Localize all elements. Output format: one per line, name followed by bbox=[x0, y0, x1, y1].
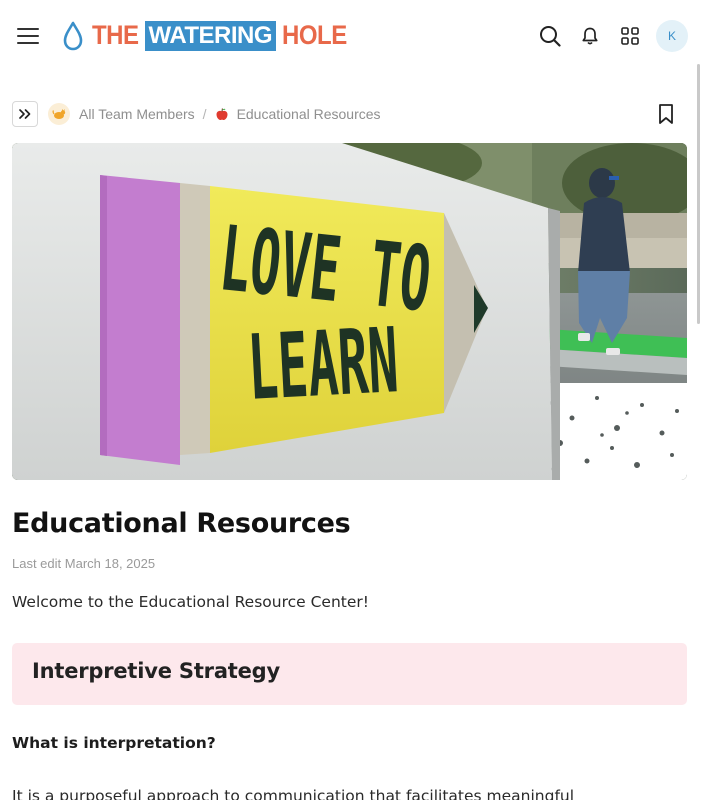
expand-sidebar-button[interactable] bbox=[12, 101, 38, 127]
double-chevron-right-icon bbox=[19, 109, 31, 119]
apps-grid-icon[interactable] bbox=[610, 18, 650, 54]
header-actions: K bbox=[530, 18, 688, 54]
apple-icon bbox=[216, 108, 228, 120]
breadcrumb: All Team Members / Educational Resources bbox=[12, 100, 688, 128]
body-paragraph: It is a purposeful approach to communica… bbox=[12, 787, 575, 800]
avatar[interactable]: K bbox=[656, 20, 688, 52]
breadcrumb-all-team-members[interactable]: All Team Members bbox=[79, 106, 195, 122]
page-title: Educational Resources bbox=[12, 508, 351, 539]
callout-block: Interpretive Strategy bbox=[12, 643, 687, 705]
top-bar: THE WATERING HOLE K bbox=[0, 0, 702, 72]
sign-line-2: LEARN bbox=[245, 310, 400, 421]
cover-image: LOVE TO LEARN bbox=[12, 143, 687, 480]
water-drop-icon bbox=[63, 21, 83, 51]
page-scrollbar[interactable] bbox=[696, 60, 702, 800]
section-subheading: What is interpretation? bbox=[12, 734, 216, 752]
welcome-text: Welcome to the Educational Resource Cent… bbox=[12, 593, 369, 611]
logo-word-the: THE bbox=[92, 20, 139, 51]
bookmark-icon[interactable] bbox=[654, 102, 678, 126]
search-icon[interactable] bbox=[530, 18, 570, 54]
callout-heading: Interpretive Strategy bbox=[32, 659, 281, 683]
menu-icon[interactable] bbox=[14, 24, 42, 48]
breadcrumb-separator: / bbox=[202, 106, 207, 122]
last-edit-timestamp: Last edit March 18, 2025 bbox=[12, 556, 156, 571]
scrollbar-thumb[interactable] bbox=[697, 64, 700, 324]
breadcrumb-educational-resources[interactable]: Educational Resources bbox=[237, 106, 381, 122]
cat-emoji-icon bbox=[48, 103, 70, 125]
logo[interactable]: THE WATERING HOLE bbox=[62, 20, 347, 52]
bell-icon[interactable] bbox=[570, 18, 610, 54]
logo-word-watering: WATERING bbox=[144, 21, 277, 51]
logo-word-hole: HOLE bbox=[282, 20, 347, 51]
